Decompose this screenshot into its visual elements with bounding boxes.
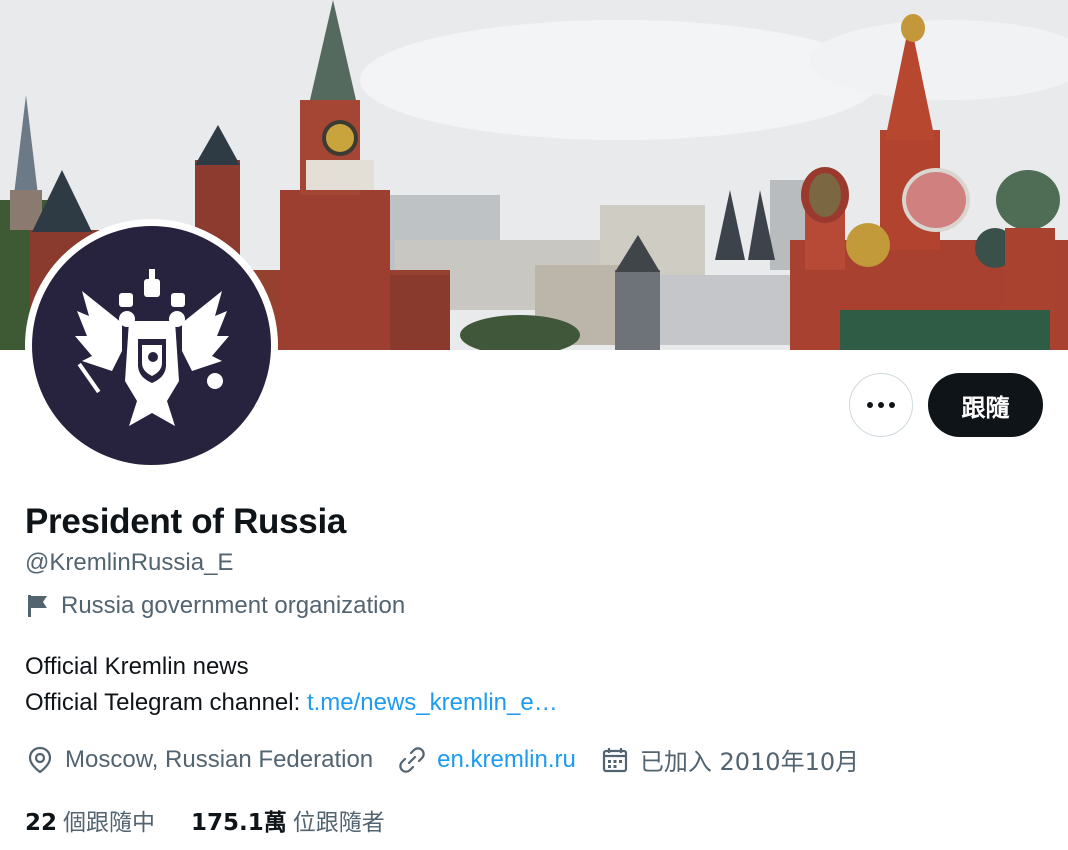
following-count: 22 <box>25 810 58 836</box>
affiliation-text: Russia government organization <box>61 592 406 619</box>
following-label: 個跟隨中 <box>63 810 156 836</box>
profile-bio: Official Kremlin news Official Telegram … <box>25 649 558 721</box>
website-item: en.kremlin.ru <box>397 745 576 775</box>
calendar-icon <box>602 747 627 772</box>
telegram-link[interactable]: t.me/news_kremlin_e… <box>307 689 558 716</box>
more-horizontal-icon <box>867 402 895 408</box>
location-item: Moscow, Russian Federation <box>25 745 373 775</box>
bio-line-2: Official Telegram channel: t.me/news_kre… <box>25 685 558 721</box>
bio-telegram-prefix: Official Telegram channel: <box>25 689 307 716</box>
joined-text: 已加入 2010年10月 <box>639 748 860 776</box>
profile-avatar[interactable] <box>25 219 278 472</box>
followers-label: 位跟隨者 <box>292 810 385 836</box>
location-pin-icon <box>28 746 52 773</box>
joined-item: 已加入 2010年10月 <box>600 742 859 777</box>
website-link[interactable]: en.kremlin.ru <box>437 746 576 774</box>
more-options-button[interactable] <box>849 373 913 437</box>
link-icon <box>399 746 425 773</box>
profile-meta: Moscow, Russian Federation en.kremlin.ru… <box>25 742 883 777</box>
followers-count: 175.1萬 <box>191 810 287 836</box>
profile-stats: 22 個跟隨中 175.1萬 位跟隨者 <box>25 803 421 837</box>
profile-name: President of Russia <box>25 502 347 541</box>
flag-icon <box>28 595 47 617</box>
followers-stat[interactable]: 175.1萬 位跟隨者 <box>191 803 385 837</box>
follow-button[interactable]: 跟隨 <box>928 373 1043 437</box>
coat-of-arms-icon <box>32 226 271 465</box>
following-stat[interactable]: 22 個跟隨中 <box>25 803 155 837</box>
profile-handle: @KremlinRussia_E <box>25 549 234 576</box>
affiliation-label: Russia government organization <box>25 592 405 620</box>
location-text: Moscow, Russian Federation <box>65 745 374 773</box>
bio-line-1: Official Kremlin news <box>25 653 249 680</box>
